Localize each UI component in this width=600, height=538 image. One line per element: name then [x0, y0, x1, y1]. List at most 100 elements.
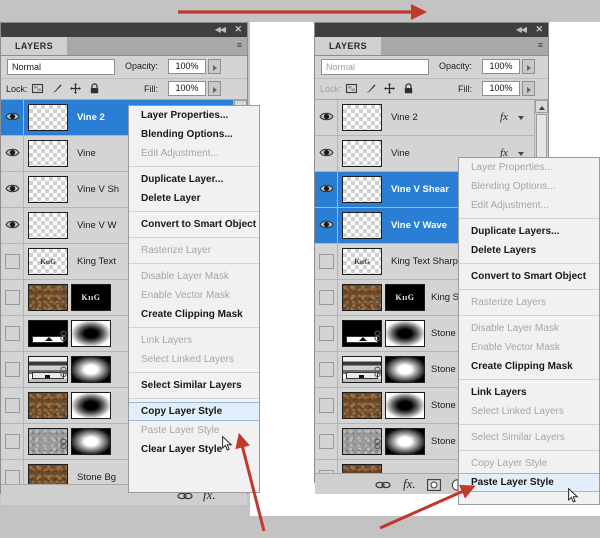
layer-visibility-toggle[interactable] [5, 254, 20, 269]
lock-icons-group-left[interactable] [31, 82, 101, 95]
layer-visibility-toggle[interactable] [319, 398, 334, 413]
lock-all-icon[interactable] [402, 82, 415, 95]
layer-thumbnail[interactable] [342, 464, 382, 473]
layer-name[interactable]: Vine 2 [391, 112, 418, 123]
menu-item[interactable]: Duplicate Layer... [129, 170, 259, 189]
lock-transparent-pixels-icon[interactable] [31, 82, 44, 95]
layer-visibility-toggle[interactable] [5, 398, 20, 413]
menu-item[interactable]: Convert to Smart Object [129, 215, 259, 234]
mask-link-icon[interactable] [373, 365, 382, 378]
layer-effects-fx-icon[interactable]: fx [500, 111, 508, 123]
menu-item[interactable]: Create Clipping Mask [129, 305, 259, 324]
scroll-up-button-right[interactable] [535, 100, 548, 113]
layer-visibility-eye-icon[interactable] [319, 146, 334, 160]
layer-mask-thumbnail[interactable] [71, 356, 111, 383]
opacity-slider-arrow-left[interactable] [208, 59, 221, 74]
fill-input-left[interactable]: 100% [168, 81, 206, 96]
mask-link-icon[interactable] [59, 329, 68, 342]
lock-position-icon[interactable] [69, 82, 82, 95]
layer-mask-thumbnail[interactable] [71, 392, 111, 419]
layer-mask-thumbnail[interactable]: KııG [385, 284, 425, 311]
layer-visibility-toggle[interactable] [5, 434, 20, 449]
lock-all-icon[interactable] [88, 82, 101, 95]
layer-visibility-eye-icon[interactable] [319, 218, 334, 232]
layer-visibility-toggle[interactable] [5, 326, 20, 341]
layer-mask-thumbnail[interactable] [385, 392, 425, 419]
menu-item[interactable]: Select Similar Layers [129, 376, 259, 395]
close-icon[interactable]: ✕ [234, 24, 242, 35]
add-layer-mask-icon[interactable] [427, 478, 441, 496]
mask-link-icon[interactable] [373, 329, 382, 342]
layer-visibility-toggle[interactable] [5, 290, 20, 305]
layer-thumbnail[interactable]: KııG [342, 248, 382, 275]
tab-layers-right[interactable]: LAYERS [315, 37, 382, 55]
layer-thumbnail[interactable] [28, 212, 68, 239]
layer-visibility-toggle[interactable] [5, 470, 20, 484]
layer-name[interactable]: Vine [77, 148, 96, 159]
layer-name[interactable]: Stone Bg [77, 472, 116, 483]
mask-link-icon[interactable] [59, 293, 68, 306]
layer-thumbnail[interactable] [342, 212, 382, 239]
mask-link-icon[interactable] [59, 401, 68, 414]
layer-visibility-eye-icon[interactable] [319, 110, 334, 124]
chevron-down-icon[interactable] [518, 116, 524, 120]
context-menu-left[interactable]: Layer Properties... Blending Options... Ed… [128, 105, 260, 493]
close-icon[interactable]: ✕ [535, 24, 543, 35]
layer-row[interactable]: Vine 2 fx [315, 100, 548, 136]
layer-visibility-eye-icon[interactable] [5, 146, 20, 160]
layer-visibility-eye-icon[interactable] [5, 182, 20, 196]
menu-item[interactable]: Create Clipping Mask [459, 357, 599, 376]
layer-thumbnail[interactable] [28, 176, 68, 203]
mask-link-icon[interactable] [59, 365, 68, 378]
layer-visibility-toggle[interactable] [319, 290, 334, 305]
layer-visibility-toggle[interactable] [319, 254, 334, 269]
mask-link-icon[interactable] [373, 293, 382, 306]
layer-thumbnail[interactable] [342, 104, 382, 131]
chevron-down-icon[interactable] [518, 152, 524, 156]
layer-name[interactable]: Vine V Sh [77, 184, 119, 195]
menu-item[interactable]: Duplicate Layers... [459, 222, 599, 241]
opacity-input-left[interactable]: 100% [168, 59, 206, 74]
menu-item[interactable]: Copy Layer Style [129, 402, 259, 421]
opacity-input-right[interactable]: 100% [482, 59, 520, 74]
blend-mode-select-right[interactable]: Normal [321, 59, 429, 75]
fill-slider-arrow-left[interactable] [208, 81, 221, 96]
fill-slider-arrow-right[interactable] [522, 81, 535, 96]
layer-name[interactable]: Vine [391, 148, 410, 159]
layer-name[interactable]: Vine V W [77, 220, 116, 231]
layer-mask-thumbnail[interactable] [385, 320, 425, 347]
layer-name[interactable]: Vine V Wave [391, 220, 447, 231]
menu-item[interactable]: Blending Options... [129, 125, 259, 144]
layer-thumbnail[interactable] [28, 140, 68, 167]
layer-visibility-eye-icon[interactable] [5, 218, 20, 232]
layer-visibility-toggle[interactable] [5, 362, 20, 377]
layer-visibility-toggle[interactable] [319, 362, 334, 377]
panel-menu-icon[interactable]: ≡ [538, 40, 543, 51]
tab-layers-left[interactable]: LAYERS [1, 37, 68, 55]
panel-menu-icon[interactable]: ≡ [237, 40, 242, 51]
layer-mask-thumbnail[interactable]: KııG [71, 284, 111, 311]
layer-mask-thumbnail[interactable] [385, 428, 425, 455]
layer-thumbnail[interactable] [342, 176, 382, 203]
mask-link-icon[interactable] [373, 437, 382, 450]
opacity-slider-arrow-right[interactable] [522, 59, 535, 74]
lock-icons-group-right[interactable] [345, 82, 415, 95]
layer-mask-thumbnail[interactable] [71, 428, 111, 455]
layer-name[interactable]: King Text [77, 256, 116, 267]
lock-position-icon[interactable] [383, 82, 396, 95]
layer-name[interactable]: Vine 2 [77, 112, 105, 123]
lock-image-pixels-icon[interactable] [364, 82, 377, 95]
layer-visibility-toggle[interactable] [319, 434, 334, 449]
menu-item[interactable]: Link Layers [459, 383, 599, 402]
menu-item[interactable]: Layer Properties... [129, 106, 259, 125]
collapse-panel-icon[interactable]: ◀◀ [215, 25, 226, 35]
menu-item[interactable]: Delete Layer [129, 189, 259, 208]
layer-mask-thumbnail[interactable] [71, 320, 111, 347]
mask-link-icon[interactable] [59, 437, 68, 450]
layer-name[interactable]: Vine V Shear [391, 184, 449, 195]
menu-item[interactable]: Clear Layer Style [129, 440, 259, 459]
menu-item[interactable]: Delete Layers [459, 241, 599, 260]
layer-name[interactable]: King Text Sharp [391, 256, 458, 267]
mask-link-icon[interactable] [373, 401, 382, 414]
add-layer-style-fx-icon[interactable]: fx. [403, 476, 416, 492]
